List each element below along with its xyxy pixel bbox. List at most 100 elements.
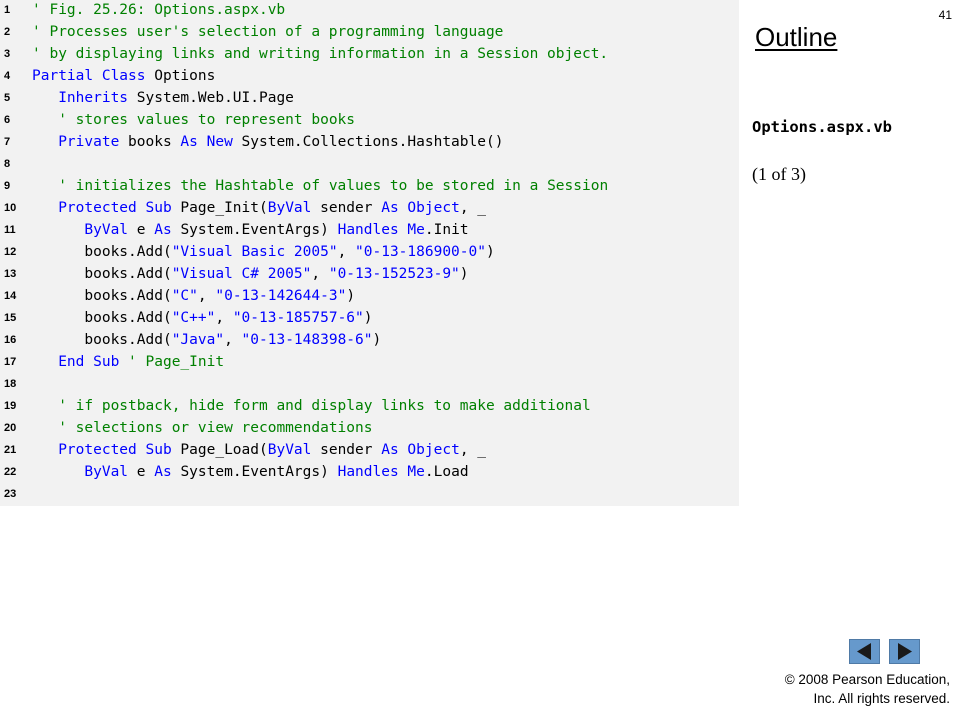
code-token: ,	[337, 244, 356, 260]
code-token: "0-13-186900-0"	[355, 244, 486, 260]
line-number: 9	[4, 180, 11, 192]
line-number: 7	[4, 136, 11, 148]
line-number: 6	[4, 114, 11, 126]
code-token: )	[485, 244, 495, 260]
code-token: , _	[459, 442, 487, 458]
code-token: ByVal	[84, 464, 129, 480]
code-token: Handles Me	[337, 222, 425, 238]
code-token: books.Add(	[32, 310, 172, 326]
code-token: books.Add(	[32, 288, 172, 304]
code-token: Page_Init(	[171, 200, 268, 216]
triangle-right-icon	[898, 643, 912, 660]
code-text: Protected Sub Page_Init(ByVal sender As …	[32, 197, 486, 219]
code-text: ' initializes the Hashtable of values to…	[32, 175, 608, 197]
code-token: ,	[311, 266, 329, 282]
code-token: System.Collections.Hashtable()	[232, 134, 504, 150]
line-number: 8	[4, 158, 11, 170]
line-number: 22	[4, 466, 17, 478]
outline-title: Outline	[755, 22, 838, 52]
code-token: System.EventArgs)	[171, 222, 338, 238]
line-number: 23	[4, 488, 17, 500]
code-token: ' stores values to represent books	[58, 112, 356, 128]
line-number: 17	[4, 356, 17, 368]
code-token: books.Add(	[32, 332, 172, 348]
code-token: As New	[180, 134, 233, 150]
line-number: 2	[4, 26, 11, 38]
code-token: ' initializes the Hashtable of values to…	[58, 178, 609, 194]
code-token: System.EventArgs)	[171, 464, 338, 480]
code-token: Options	[145, 68, 216, 84]
code-text: ' by displaying links and writing inform…	[32, 43, 608, 65]
code-token: books.Add(	[32, 266, 172, 282]
code-token: )	[346, 288, 356, 304]
code-token: "0-13-142644-3"	[215, 288, 347, 304]
code-text: Protected Sub Page_Load(ByVal sender As …	[32, 439, 486, 461]
code-token: books	[119, 134, 181, 150]
code-token: Page_Load(	[171, 442, 268, 458]
previous-slide-button[interactable]	[849, 639, 880, 664]
code-token: )	[363, 310, 373, 326]
line-number: 11	[4, 224, 16, 236]
code-token: "0-13-148398-6"	[241, 332, 373, 348]
code-text: ByVal e As System.EventArgs) Handles Me.…	[32, 461, 469, 483]
code-text: ' stores values to represent books	[32, 109, 355, 131]
code-token: "0-13-185757-6"	[232, 310, 364, 326]
code-token: As	[154, 464, 172, 480]
code-text: ' selections or view recommendations	[32, 417, 372, 439]
code-token: )	[459, 266, 469, 282]
code-token: books.Add(	[32, 244, 172, 260]
copyright-line-1: © 2008 Pearson Education,	[784, 672, 950, 687]
code-token: Protected Sub	[58, 200, 172, 216]
line-number: 14	[4, 290, 17, 302]
line-number: 18	[4, 378, 17, 390]
code-token: ,	[215, 310, 233, 326]
code-token: "Java"	[171, 332, 225, 348]
code-token: , _	[459, 200, 487, 216]
code-text: ' if postback, hide form and display lin…	[32, 395, 591, 417]
code-token: ' if postback, hide form and display lin…	[58, 398, 591, 414]
code-token: ' Page_Init	[128, 354, 225, 370]
code-token: "C++"	[171, 310, 216, 326]
code-token: Protected Sub	[58, 442, 172, 458]
line-number: 10	[4, 202, 17, 214]
code-token: ByVal	[84, 222, 129, 238]
file-label: Options.aspx.vb	[752, 118, 892, 136]
code-text: Private books As New System.Collections.…	[32, 131, 503, 153]
code-token: "0-13-152523-9"	[328, 266, 460, 282]
code-token: ByVal	[267, 442, 312, 458]
code-text: ByVal e As System.EventArgs) Handles Me.…	[32, 219, 468, 241]
line-number: 12	[4, 246, 17, 258]
code-token: ,	[224, 332, 242, 348]
line-number: 1	[4, 4, 11, 16]
code-text: books.Add("Java", "0-13-148398-6")	[32, 329, 381, 351]
code-text: books.Add("Visual C# 2005", "0-13-152523…	[32, 263, 469, 285]
code-text: books.Add("Visual Basic 2005", "0-13-186…	[32, 241, 495, 263]
line-number: 13	[4, 268, 17, 280]
code-text: Partial Class Options	[32, 65, 215, 87]
line-number: 15	[4, 312, 17, 324]
line-number: 20	[4, 422, 17, 434]
code-token: Partial Class	[32, 68, 146, 84]
code-token: End Sub	[58, 354, 120, 370]
code-token: e	[128, 464, 155, 480]
code-token: .Load	[424, 464, 469, 480]
code-token: e	[128, 222, 155, 238]
code-listing: 1 ' Fig. 25.26: Options.aspx.vb 2 ' Process…	[0, 0, 739, 506]
line-number: 5	[4, 92, 11, 104]
code-token: As Object	[381, 442, 460, 458]
code-text: ' Fig. 25.26: Options.aspx.vb	[32, 0, 285, 21]
code-token: sender	[311, 200, 382, 216]
next-slide-button[interactable]	[889, 639, 920, 664]
code-token: ByVal	[267, 200, 312, 216]
